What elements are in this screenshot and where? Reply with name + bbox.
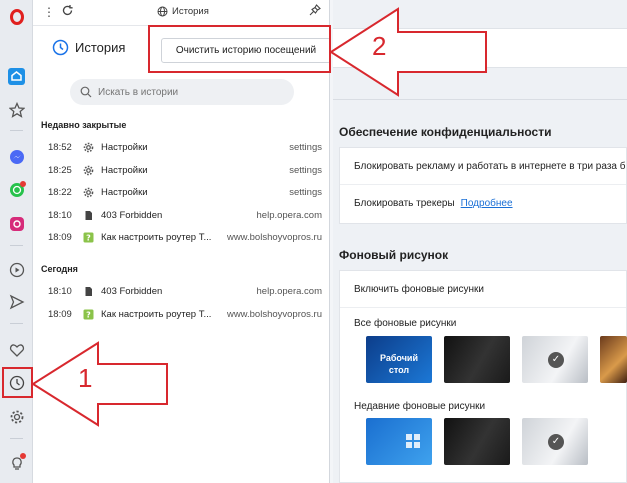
adblock-row[interactable]: Блокировать рекламу и работать в интерне… — [340, 148, 626, 185]
history-page-title: 403 Forbidden — [101, 209, 163, 221]
history-row[interactable]: 18:10 403 Forbidden help.opera.com — [33, 281, 330, 303]
file-icon — [83, 210, 94, 221]
history-time: 18:10 — [48, 209, 72, 221]
wallpaper-thumb-dark[interactable] — [444, 336, 510, 383]
history-page-title: Настройки — [101, 142, 148, 153]
history-time: 18:25 — [48, 164, 72, 176]
history-row[interactable]: 18:10 403 Forbidden help.opera.com — [33, 205, 330, 227]
annotation-arrow-2 — [329, 7, 487, 97]
file-icon — [83, 286, 94, 297]
svg-text:?: ? — [86, 234, 91, 243]
trackers-row[interactable]: Блокировать трекеры Подробнее — [340, 185, 626, 222]
notification-dot — [20, 181, 26, 187]
history-domain: settings — [289, 142, 322, 153]
sidebar — [0, 0, 33, 483]
history-row[interactable]: 18:09? Как настроить роутер Т... www.bolsh… — [33, 304, 330, 326]
history-page-title: Как настроить роутер Т... — [101, 232, 212, 243]
sidebar-separator — [10, 438, 23, 439]
recent-wallpapers-label: Недавние фоновые рисунки — [354, 401, 486, 412]
whatsapp-icon[interactable] — [5, 178, 28, 201]
history-domain: help.opera.com — [256, 209, 322, 221]
recent-thumb-light[interactable]: ✓ — [522, 418, 588, 465]
history-title: История — [75, 40, 126, 55]
annotation-arrow-1 — [31, 341, 168, 427]
history-time: 18:09 — [48, 232, 72, 243]
messenger-icon[interactable] — [5, 145, 28, 168]
wallpaper-thumb-photo[interactable] — [600, 336, 627, 383]
history-page-title: Настройки — [101, 187, 148, 198]
history-search[interactable] — [70, 79, 294, 105]
sidebar-separator — [10, 323, 23, 324]
check-icon: ✓ — [548, 434, 564, 450]
trackers-label: Блокировать трекеры — [354, 198, 455, 209]
menu-dots-icon[interactable]: ⋮ — [43, 6, 55, 18]
privacy-section-title: Обеспечение конфиденциальности — [339, 125, 552, 139]
history-time: 18:52 — [48, 142, 72, 153]
gear-icon — [83, 165, 94, 176]
history-time: 18:22 — [48, 187, 72, 198]
sidebar-separator — [10, 130, 23, 131]
home-icon[interactable] — [5, 65, 28, 88]
player-icon[interactable] — [5, 258, 28, 281]
panel-toolbar: ⋮ История — [33, 0, 330, 26]
annotation-number-1: 1 — [78, 363, 93, 393]
site-favicon-icon: ? — [83, 309, 94, 320]
history-row[interactable]: 18:22 Настройки settings — [33, 182, 330, 204]
wallpaper-thumb-light[interactable]: ✓ — [522, 336, 588, 383]
send-icon[interactable] — [5, 290, 28, 313]
search-icon — [80, 86, 92, 101]
history-page-title: Настройки — [101, 164, 148, 176]
reload-icon[interactable] — [61, 4, 74, 20]
history-group-title: Недавно закрытые — [41, 120, 127, 130]
privacy-card: Блокировать рекламу и работать в интерне… — [339, 147, 627, 224]
heart-icon[interactable] — [5, 338, 28, 361]
history-domain: settings — [289, 164, 322, 176]
star-icon[interactable] — [5, 98, 28, 121]
history-time: 18:09 — [48, 308, 72, 320]
desktop-label: Рабочий стол — [379, 353, 418, 375]
recent-thumb-dark[interactable] — [444, 418, 510, 465]
notification-dot — [20, 453, 26, 459]
wallpaper-section-title: Фоновый рисунок — [339, 248, 449, 262]
wallpaper-thumb-desktop[interactable]: Рабочий стол — [366, 336, 432, 383]
history-row[interactable]: 18:52 Настройки settings — [33, 137, 330, 159]
history-group-title: Сегодня — [41, 264, 78, 274]
check-icon: ✓ — [548, 352, 564, 368]
opera-logo-icon[interactable] — [5, 5, 28, 28]
settings-header-separator — [333, 99, 627, 100]
trackers-more-link[interactable]: Подробнее — [461, 198, 513, 209]
history-search-input[interactable] — [98, 83, 278, 101]
site-favicon-icon: ? — [83, 232, 94, 243]
history-clock-icon — [52, 39, 69, 59]
history-page-title: Как настроить роутер Т... — [101, 308, 212, 320]
history-time: 18:10 — [48, 286, 72, 297]
annotation-box-history — [2, 367, 33, 398]
annotation-number-2: 2 — [372, 31, 387, 61]
history-page-title: 403 Forbidden — [101, 286, 163, 297]
globe-icon — [157, 6, 168, 20]
gear-icon — [83, 142, 94, 153]
svg-text:?: ? — [86, 310, 91, 319]
windows-logo-icon — [406, 434, 420, 448]
annotation-box-clear — [148, 25, 331, 73]
sidebar-separator — [10, 245, 23, 246]
history-domain: www.bolshoyvopros.ru — [226, 308, 322, 320]
history-domain: www.bolshoyvopros.ru — [226, 232, 322, 243]
history-row[interactable]: 18:09? Как настроить роутер Т... www.bolsh… — [33, 227, 330, 249]
adblock-label: Блокировать рекламу и работать в интерне… — [354, 160, 626, 172]
history-domain: help.opera.com — [256, 286, 322, 297]
enable-wallpapers-label: Включить фоновые рисунки — [354, 283, 484, 295]
gear-icon[interactable] — [5, 405, 28, 428]
panel-tab-title: История — [172, 6, 209, 17]
gear-icon — [83, 187, 94, 198]
enable-wallpapers-row[interactable]: Включить фоновые рисунки — [340, 271, 626, 308]
instagram-icon[interactable] — [5, 212, 28, 235]
history-domain: settings — [289, 187, 322, 198]
all-wallpapers-label: Все фоновые рисунки — [354, 318, 457, 329]
history-row[interactable]: 18:25 Настройки settings — [33, 160, 330, 182]
lightbulb-icon[interactable] — [5, 451, 28, 474]
recent-thumb-windows[interactable] — [366, 418, 432, 465]
